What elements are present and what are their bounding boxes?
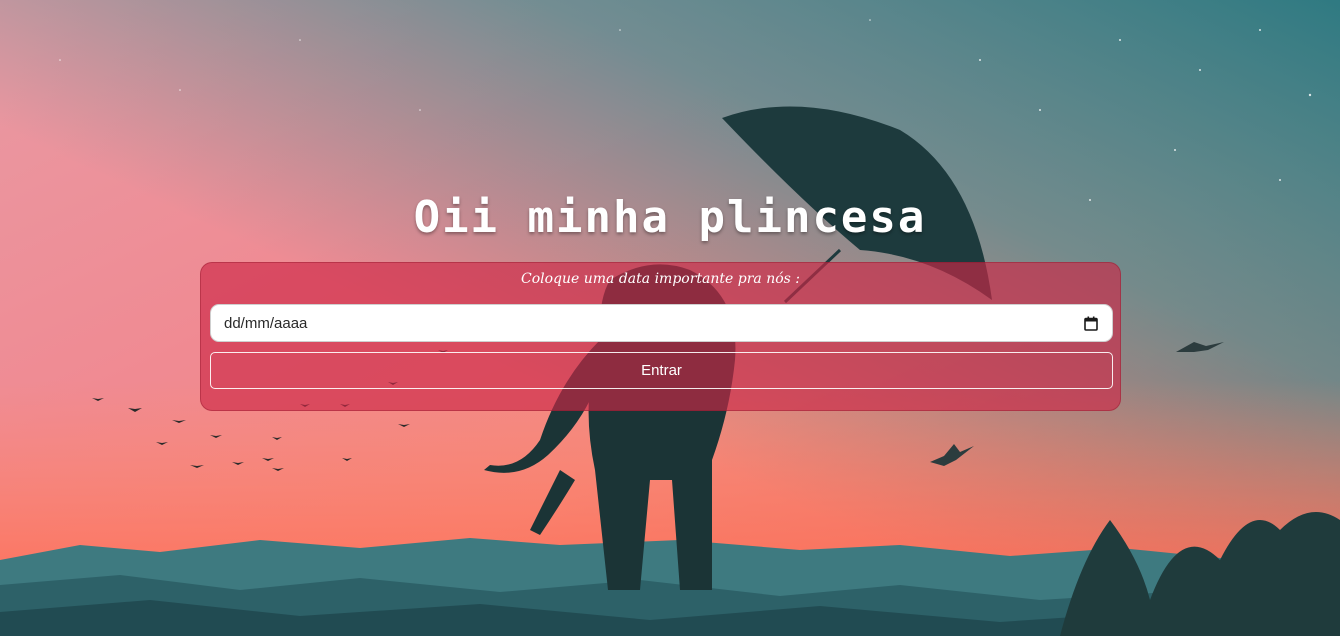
date-prompt-label: Coloque uma data importante pra nós : bbox=[520, 271, 800, 287]
background-scene: Oii minha plincesa Coloque uma data impo… bbox=[0, 0, 1340, 636]
page-title: Oii minha plincesa bbox=[413, 192, 927, 243]
calendar-icon[interactable] bbox=[1084, 316, 1098, 331]
date-form-card: Coloque uma data importante pra nós : dd… bbox=[200, 262, 1121, 411]
enter-button[interactable]: Entrar bbox=[210, 352, 1113, 389]
date-input-value: dd/mm/aaaa bbox=[224, 315, 308, 332]
date-input[interactable]: dd/mm/aaaa bbox=[210, 304, 1113, 342]
